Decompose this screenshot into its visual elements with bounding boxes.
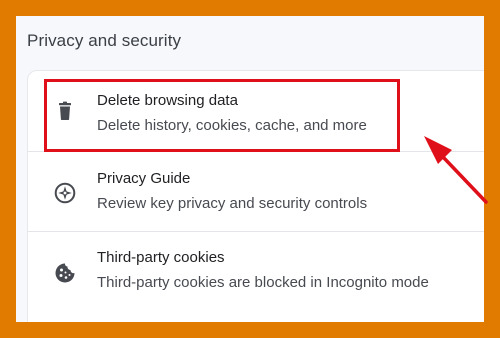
compass-icon xyxy=(54,182,76,204)
row-subtitle: Third-party cookies are blocked in Incog… xyxy=(97,274,429,291)
row-subtitle: Review key privacy and security controls xyxy=(97,195,368,212)
section-title: Privacy and security xyxy=(27,31,182,50)
row-subtitle: Delete history, cookies, cache, and more xyxy=(97,117,367,134)
row-title: Delete browsing data xyxy=(97,92,238,109)
row-title: Third-party cookies xyxy=(97,249,225,266)
cookie-icon xyxy=(55,263,75,283)
third-party-cookies-row[interactable]: Third-party cookies Third-party cookies … xyxy=(28,231,484,311)
privacy-guide-row[interactable]: Privacy Guide Review key privacy and sec… xyxy=(28,151,484,231)
settings-panel: Privacy and security Delete browsing dat… xyxy=(16,16,484,322)
trash-icon xyxy=(59,101,71,120)
privacy-settings-card: Delete browsing data Delete history, coo… xyxy=(27,70,484,322)
row-title: Privacy Guide xyxy=(97,170,191,187)
delete-browsing-data-row[interactable]: Delete browsing data Delete history, coo… xyxy=(28,71,484,151)
